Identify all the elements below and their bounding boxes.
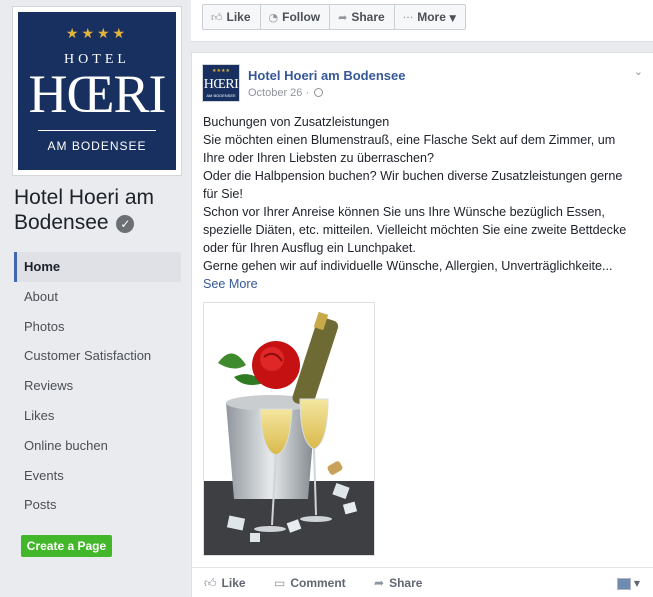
post-line: Buchungen von Zusatzleistungen: [203, 115, 390, 129]
see-more-link[interactable]: See More: [203, 275, 258, 293]
profile-picture[interactable]: ★★★★ HOTEL HŒRI AM BODENSEE: [12, 6, 182, 176]
more-button[interactable]: ··· More ▼: [395, 5, 465, 29]
more-label: More: [417, 10, 446, 24]
post-comment-button[interactable]: ▭ Comment: [274, 576, 346, 590]
share-page-button[interactable]: ➦ Share: [330, 5, 395, 29]
post-body: Buchungen von Zusatzleistungen Sie möcht…: [203, 113, 645, 293]
chevron-down-icon: ▼: [449, 14, 457, 24]
thumbs-up-icon: 👍︎: [211, 11, 223, 24]
rss-icon: ◔: [268, 11, 279, 24]
hotel-logo: ★★★★ HOTEL HŒRI AM BODENSEE: [18, 12, 176, 170]
act-as-selector[interactable]: ▼: [616, 575, 640, 593]
post-card: ★★★★ HŒRI AM BODENSEE Hotel Hoeri am Bod…: [191, 52, 653, 597]
avatar-logo-sub: AM BODENSEE: [206, 93, 236, 98]
post-share-button[interactable]: ➦ Share: [374, 576, 422, 590]
nav-item-posts[interactable]: Posts: [14, 490, 181, 520]
logo-line-am-bodensee: AM BODENSEE: [47, 139, 147, 153]
comment-icon: ▭: [274, 576, 286, 590]
action-button-group: 👍︎ Like ◔ Follow ➦ Share ··· More ▼: [202, 4, 467, 30]
nav-item-customer-satisfaction[interactable]: Customer Satisfaction: [14, 341, 181, 371]
globe-icon: [314, 88, 324, 97]
nav-item-likes[interactable]: Likes: [14, 401, 181, 431]
like-page-button[interactable]: 👍︎ Like: [203, 5, 261, 29]
page-title[interactable]: Hotel Hoeri am Bodensee ✓: [14, 185, 190, 235]
logo-stars: ★★★★: [65, 26, 129, 42]
post-line: Ihre oder Ihren Liebsten zu überraschen?: [203, 151, 435, 165]
nav-item-photos[interactable]: Photos: [14, 312, 181, 342]
avatar-logo-text: HŒRI: [203, 77, 239, 92]
thumbs-up-icon: 👍︎: [204, 576, 217, 590]
nav-item-about[interactable]: About: [14, 282, 181, 312]
page-nav: Home About Photos Customer Satisfaction …: [14, 252, 181, 520]
logo-line-hoeri: HŒRI: [28, 64, 166, 124]
share-arrow-icon: ➦: [338, 11, 348, 24]
post-like-button[interactable]: 👍︎ Like: [204, 576, 246, 591]
follow-label: Follow: [282, 10, 321, 24]
post-line: oder für Ihren Ausflug ein Lunchpaket.: [203, 241, 416, 255]
post-share-label: Share: [389, 576, 423, 590]
logo-divider: [38, 130, 156, 131]
verified-badge-icon: ✓: [116, 215, 135, 233]
caret-down-icon: ▼: [633, 579, 640, 589]
like-page-label: Like: [226, 10, 251, 24]
nav-item-home[interactable]: Home: [14, 252, 181, 282]
post-line: Sie möchten einen Blumenstrauß, eine Fla…: [203, 133, 616, 147]
post-comment-label: Comment: [290, 576, 346, 590]
nav-item-online-buchen[interactable]: Online buchen: [14, 431, 181, 461]
post-line: Oder die Halbpension buchen? Wir buchen …: [203, 169, 623, 183]
left-column: ★★★★ HOTEL HŒRI AM BODENSEE Hotel Hoeri …: [0, 0, 190, 597]
champagne-rose-image: [204, 303, 374, 555]
nav-item-events[interactable]: Events: [14, 461, 181, 491]
post-author-link[interactable]: Hotel Hoeri am Bodensee: [248, 68, 406, 83]
ellipsis-icon: ···: [402, 11, 414, 24]
page-action-bar: 👍︎ Like ◔ Follow ➦ Share ··· More ▼: [191, 0, 653, 42]
page-thumbnail-icon: [616, 577, 631, 590]
post-date: October 26: [248, 87, 303, 99]
post-avatar[interactable]: ★★★★ HŒRI AM BODENSEE: [202, 64, 240, 102]
post-line: spezielle Diäten, etc. mitteilen. Vielle…: [203, 223, 627, 237]
create-page-button[interactable]: Create a Page: [21, 535, 112, 557]
share-arrow-icon: ➦: [374, 576, 385, 590]
post-line: für Sie!: [203, 187, 243, 201]
post-timestamp[interactable]: October 26 ·: [248, 87, 324, 99]
post-line: Gerne gehen wir auf individuelle Wünsche…: [203, 259, 613, 273]
follow-button[interactable]: ◔ Follow: [261, 5, 331, 29]
post-options-chevron-icon[interactable]: ⌄: [634, 65, 643, 78]
nav-item-reviews[interactable]: Reviews: [14, 371, 181, 401]
share-page-label: Share: [351, 10, 385, 24]
post-line: Schon vor Ihrer Anreise können Sie uns I…: [203, 205, 605, 219]
post-photo[interactable]: [203, 302, 375, 556]
post-actions: 👍︎ Like ▭ Comment ➦ Share ▼: [192, 567, 653, 597]
avatar-stars: ★★★★: [212, 68, 230, 74]
post-like-label: Like: [221, 576, 246, 590]
